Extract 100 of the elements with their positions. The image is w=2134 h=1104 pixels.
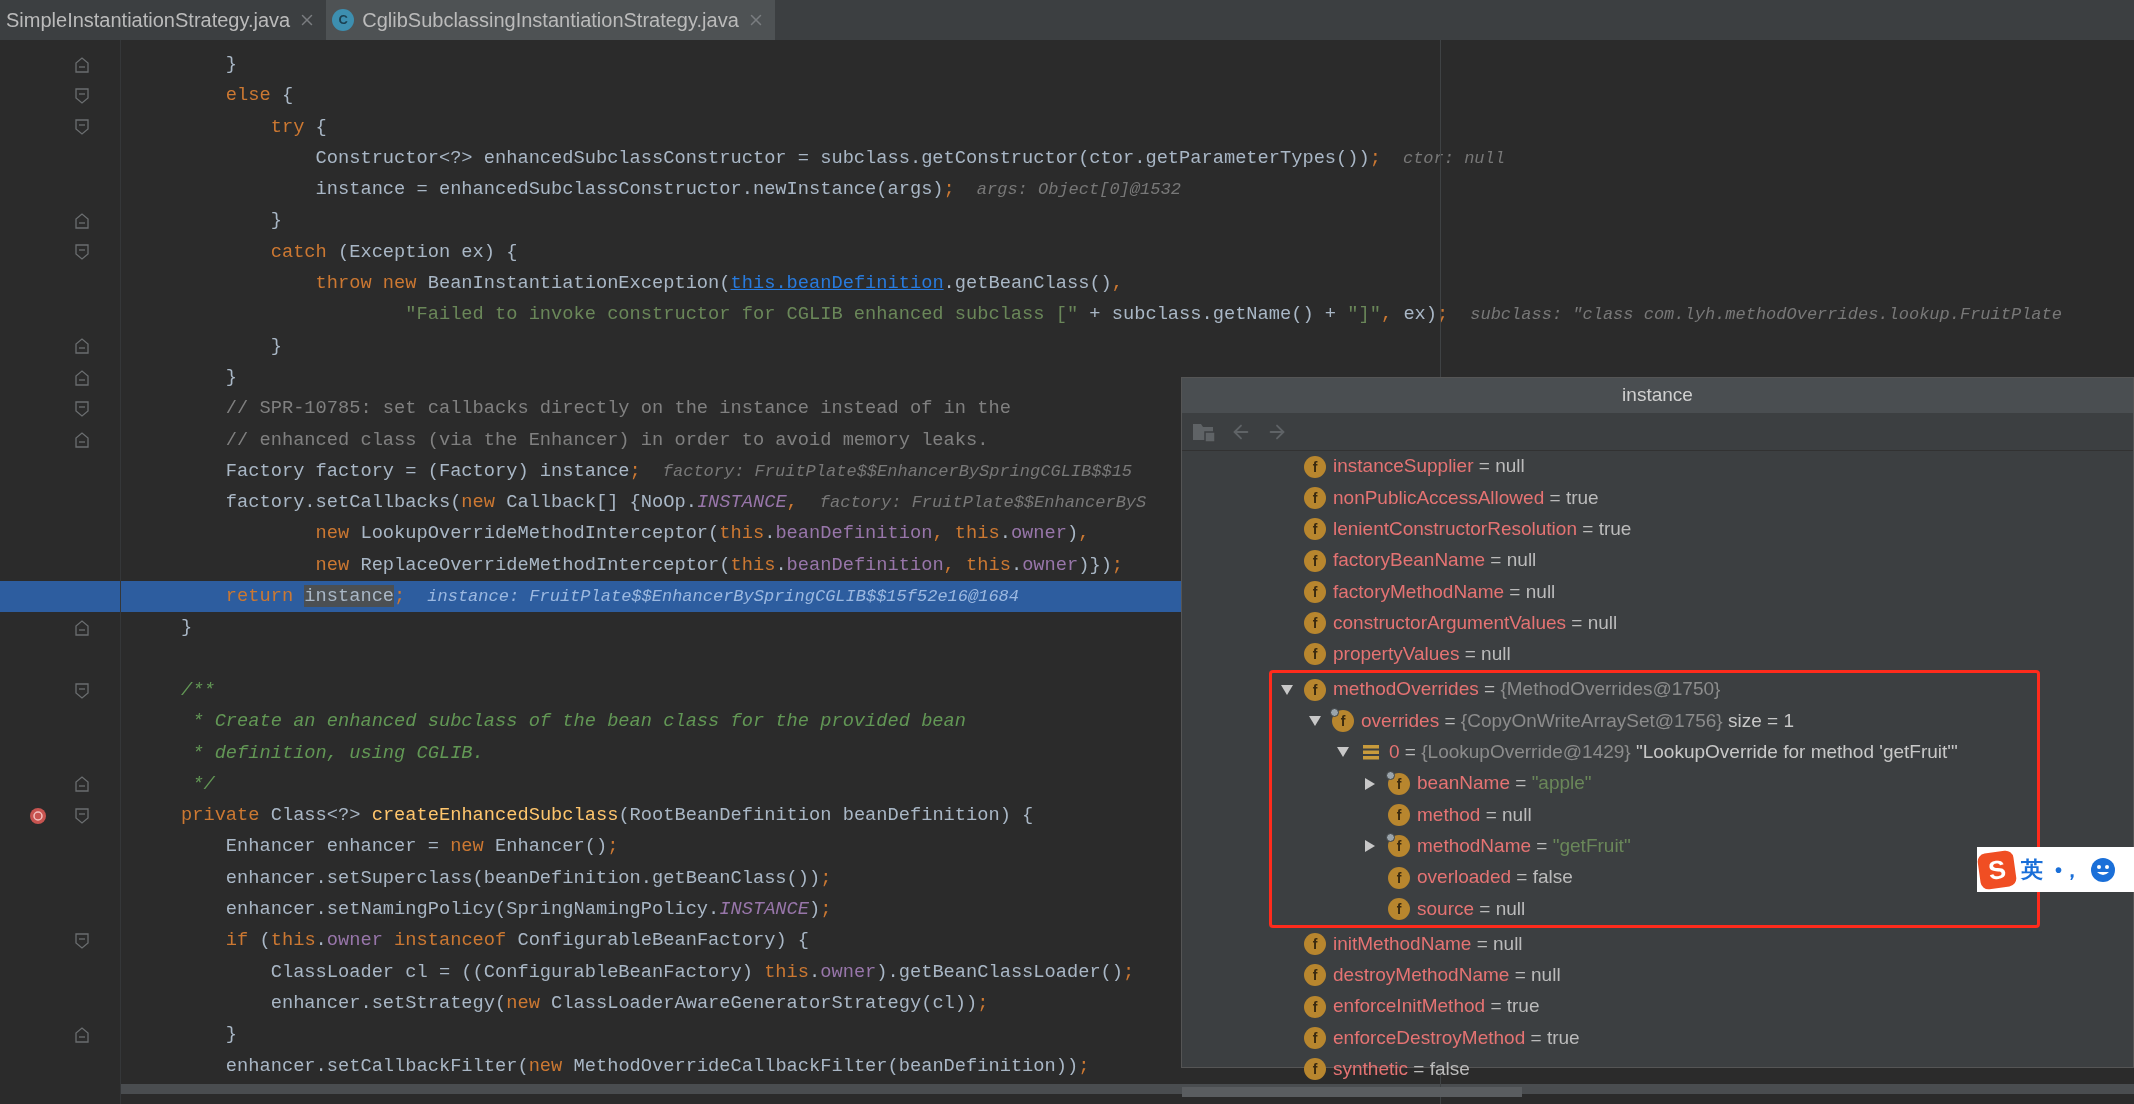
fold-marker-icon[interactable]: [75, 244, 89, 261]
code-line: if (this.owner instanceof ConfigurableBeanFactory) {: [224, 928, 810, 954]
field-icon: f: [1304, 580, 1326, 603]
code-comment: * definition, using CGLIB.: [191, 740, 484, 766]
field-icon: f: [1304, 612, 1326, 635]
field-icon: f: [1304, 549, 1326, 572]
field-icon: f: [1304, 678, 1326, 701]
variable-entry[interactable]: lenientConstructorResolution = true: [1333, 515, 1632, 544]
variable-entry[interactable]: enforceInitMethod = true: [1333, 992, 1540, 1021]
field-icon: f: [1304, 1027, 1326, 1049]
code-line: ClassLoader cl = ((ConfigurableBeanFactory) this.owner).getBeanClassLoader();: [269, 959, 1135, 985]
variable-entry[interactable]: enforceDestroyMethod = true: [1333, 1023, 1580, 1053]
code-line: factory.setCallbacks(new Callback[] {NoOp.INSTANCE,: [224, 490, 798, 516]
code-line: }: [224, 1022, 238, 1048]
variable-entry[interactable]: factoryBeanName = null: [1333, 546, 1537, 575]
field-icon: f: [1304, 933, 1326, 956]
input-method-logo[interactable]: S: [1977, 849, 2018, 890]
variable-entry[interactable]: synthetic = false: [1333, 1055, 1470, 1084]
fold-marker-icon[interactable]: [75, 369, 89, 386]
inline-value-hint: ctor: null: [1402, 147, 1505, 170]
inline-value-hint: instance: FruitPlate$$EnhancerBySpringCGLIB$$15f52e16@1684: [427, 585, 1019, 608]
fold-marker-icon[interactable]: [75, 682, 89, 699]
fold-marker-icon[interactable]: [75, 87, 89, 104]
code-line: }: [269, 208, 282, 234]
variable-entry[interactable]: beanName = "apple": [1417, 769, 1592, 798]
field-icon: f: [1304, 643, 1326, 666]
inline-value-hint: subclass: "class com.lyh.methodOverrides.lookup.FruitPlate: [1470, 304, 2062, 327]
fold-marker-icon[interactable]: [75, 56, 89, 73]
smiley-icon[interactable]: [2090, 856, 2116, 883]
code-line: throw new BeanInstantiationException(this.beanDefinition.getBeanClass(),: [314, 271, 1124, 297]
code-line: new LookupOverrideMethodInterceptor(this.beanDefinition, this.owner),: [314, 521, 1090, 547]
fold-marker-icon[interactable]: [75, 119, 89, 136]
final-field-icon: f: [1388, 772, 1410, 795]
fold-marker-icon[interactable]: [75, 338, 89, 355]
expanded-arrow-icon[interactable]: [1308, 715, 1322, 727]
fold-marker-icon[interactable]: [75, 400, 89, 417]
editor-tab[interactable]: C CglibSubclassingInstantiationStrategy.java: [326, 0, 775, 40]
variable-entry[interactable]: overloaded = false: [1417, 863, 1573, 892]
field-icon: f: [1304, 1058, 1326, 1081]
variable-entry[interactable]: method = null: [1417, 800, 1532, 830]
fold-marker-icon[interactable]: [75, 932, 89, 949]
variable-entry[interactable]: methodOverrides = {MethodOverrides@1750}: [1333, 675, 1721, 704]
code-line: enhancer.setNamingPolicy(SpringNamingPolicy.INSTANCE);: [224, 897, 832, 922]
code-line: }: [269, 333, 282, 359]
variable-entry[interactable]: 0 = {LookupOverride@1429} "LookupOverride for method 'getFruit'": [1389, 738, 1958, 767]
field-icon: f: [1304, 964, 1326, 987]
code-comment: */: [191, 771, 215, 797]
code-line: Factory factory = (Factory) instance;: [224, 458, 641, 484]
variable-entry[interactable]: factoryMethodName = null: [1333, 577, 1556, 607]
field-icon: f: [1304, 486, 1326, 509]
code-line: enhancer.setCallbackFilter(new MethodOverrideCallbackFilter(beanDefinition));: [224, 1053, 1090, 1079]
inline-value-hint: args: Object[0]@1532: [976, 179, 1181, 202]
code-line: enhancer.setStrategy(new ClassLoaderAwareGeneratorStrategy(cl));: [269, 990, 989, 1016]
variable-entry[interactable]: methodName = "getFruit": [1417, 831, 1631, 861]
fold-marker-icon[interactable]: [75, 776, 89, 793]
variable-entry[interactable]: overrides = {CopyOnWriteArraySet@1756} size = 1: [1361, 706, 1794, 736]
code-line: private Class<?> createEnhancedSubclass(RootBeanDefinition beanDefinition) {: [181, 803, 1034, 829]
popup-title: instance: [1622, 383, 1693, 408]
field-icon: f: [1388, 803, 1410, 826]
final-field-icon: f: [1388, 835, 1410, 858]
code-line: Enhancer enhancer = new Enhancer();: [224, 834, 619, 860]
code-comment: * Create an enhanced subclass of the bean class for the provided bean: [191, 709, 966, 735]
collapsed-arrow-icon[interactable]: [1364, 776, 1376, 791]
code-line: new ReplaceOverrideMethodInterceptor(this.beanDefinition, this.owner)});: [314, 552, 1124, 578]
code-line: Constructor<?> enhancedSubclassConstructor = subclass.getConstructor(ctor.getParameterTypes());: [314, 145, 1381, 171]
code-line: enhancer.setSuperclass(beanDefinition.getBeanClass());: [224, 865, 832, 891]
variable-entry[interactable]: destroyMethodName = null: [1333, 961, 1561, 990]
code-line: }: [224, 52, 238, 77]
class-file-icon: C: [332, 9, 355, 31]
fold-marker-icon[interactable]: [75, 807, 89, 824]
tab-label: SimpleInstantiationStrategy.java: [6, 8, 291, 33]
code-line: catch (Exception ex) {: [269, 239, 518, 265]
code-line: else {: [224, 83, 294, 109]
collapsed-arrow-icon[interactable]: [1364, 839, 1376, 854]
inline-value-hint: factory: FruitPlate$$EnhancerByS: [819, 492, 1147, 515]
code-line: try {: [269, 114, 327, 140]
tab-label: CglibSubclassingInstantiationStrategy.java: [362, 8, 739, 33]
fold-marker-icon[interactable]: [75, 1026, 89, 1043]
expanded-arrow-icon[interactable]: [1336, 746, 1350, 759]
fold-marker-icon[interactable]: [75, 213, 89, 230]
variable-entry[interactable]: propertyValues = null: [1333, 640, 1511, 669]
final-field-icon: f: [1332, 710, 1354, 732]
horizontal-scrollbar[interactable]: [1182, 1086, 1522, 1097]
code-comment: // enhanced class (via the Enhancer) in order to avoid memory leaks.: [224, 427, 989, 453]
variable-entry[interactable]: source = null: [1417, 894, 1526, 924]
variable-entry[interactable]: nonPublicAccessAllowed = true: [1333, 483, 1599, 513]
variable-entry[interactable]: instanceSupplier = null: [1333, 452, 1525, 481]
variable-entry[interactable]: initMethodName = null: [1333, 929, 1523, 959]
language-mode[interactable]: 英: [2021, 853, 2043, 886]
field-icon: f: [1304, 995, 1326, 1018]
field-icon: f: [1304, 455, 1326, 478]
code-comment: // SPR-10785: set callbacks directly on the instance instead of in the: [224, 396, 1011, 422]
method-breakpoint-icon[interactable]: [27, 805, 48, 826]
punctuation-mode[interactable]: •，: [2055, 854, 2082, 885]
horizontal-scrollbar[interactable]: [120, 1083, 2134, 1094]
expanded-arrow-icon[interactable]: [1280, 683, 1294, 696]
inline-value-hint: factory: FruitPlate$$EnhancerBySpringCGLIB$$15: [662, 460, 1133, 483]
fold-marker-icon[interactable]: [75, 620, 89, 636]
variable-entry[interactable]: constructorArgumentValues = null: [1333, 608, 1618, 638]
fold-marker-icon[interactable]: [75, 432, 89, 449]
